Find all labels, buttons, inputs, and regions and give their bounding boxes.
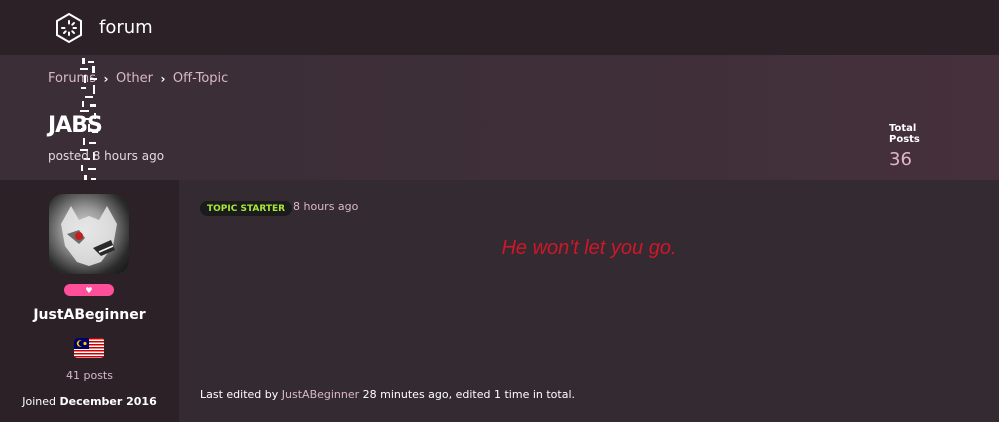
chevron-right-icon: › bbox=[160, 71, 166, 86]
avatar[interactable] bbox=[49, 194, 129, 274]
thread-posted-time: posted 8 hours ago bbox=[48, 149, 165, 163]
author-panel: ♥ JustABeginner 41 posts Joined December… bbox=[0, 180, 179, 422]
glitch-decoration bbox=[80, 58, 98, 180]
total-posts-label: Total Posts bbox=[889, 123, 920, 145]
post-time[interactable]: 8 hours ago bbox=[293, 200, 358, 213]
role-pill: ♥ bbox=[64, 284, 114, 296]
post-content: TOPIC STARTER 8 hours ago He won't let y… bbox=[179, 180, 999, 422]
author-joined: Joined December 2016 bbox=[0, 395, 179, 408]
avatar-wolf-icon bbox=[61, 206, 117, 266]
breadcrumb-other[interactable]: Other bbox=[116, 71, 153, 86]
top-bar: forum bbox=[0, 0, 999, 55]
post-body: He won't let you go. bbox=[501, 237, 677, 259]
breadcrumb-off-topic[interactable]: Off-Topic bbox=[173, 71, 228, 86]
edit-user-link[interactable]: JustABeginner bbox=[282, 388, 359, 401]
hexagon-loader-icon[interactable] bbox=[53, 12, 85, 44]
joined-date: December 2016 bbox=[59, 395, 157, 408]
author-name[interactable]: JustABeginner bbox=[0, 307, 179, 323]
author-post-count: 41 posts bbox=[66, 369, 113, 382]
app-title[interactable]: forum bbox=[99, 17, 153, 38]
joined-label: Joined bbox=[22, 395, 56, 408]
topic-starter-badge: TOPIC STARTER bbox=[200, 201, 293, 216]
heart-icon: ♥ bbox=[85, 285, 93, 295]
total-posts-value: 36 bbox=[889, 149, 912, 170]
malaysia-flag bbox=[74, 338, 104, 358]
edit-suffix: 28 minutes ago, edited 1 time in total. bbox=[362, 388, 576, 401]
edit-prefix: Last edited by bbox=[200, 388, 279, 401]
edit-notice: Last edited by JustABeginner 28 minutes … bbox=[200, 388, 575, 401]
total-posts-stat: Total Posts 36 bbox=[889, 123, 949, 170]
breadcrumb: Forums › Other › Off-Topic bbox=[48, 71, 228, 86]
